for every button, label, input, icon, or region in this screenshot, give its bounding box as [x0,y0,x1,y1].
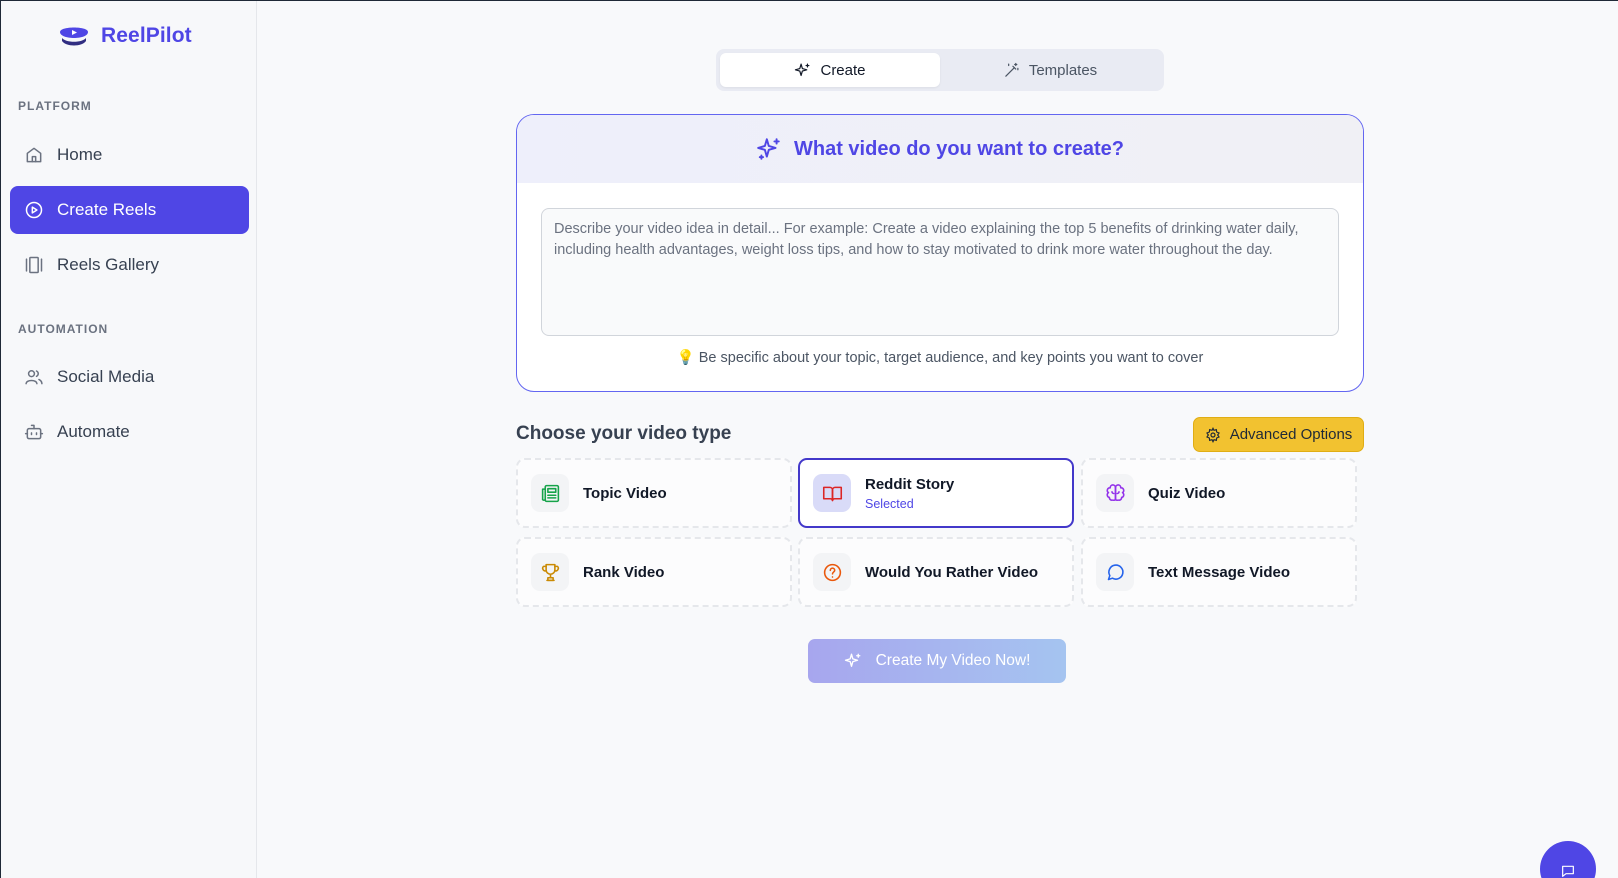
sparkles-icon [795,63,810,76]
type-text: Text Message Video [1148,564,1290,581]
sparkles-icon [757,138,780,160]
bot-icon [24,424,44,440]
book-open-icon [822,486,842,501]
video-type-heading: Choose your video type [516,423,732,444]
video-type-reddit-story[interactable]: Reddit Story Selected [798,458,1074,528]
newspaper-icon [541,484,559,502]
video-type-quiz[interactable]: Quiz Video [1081,458,1357,528]
sidebar-item-create-reels[interactable]: Create Reels [10,186,249,234]
sparkles-icon [844,653,861,667]
chat-bubble-icon [1107,563,1124,580]
type-text: Would You Rather Video [865,564,1038,581]
main-content: Create Templates What video do you want … [258,1,1618,878]
sidebar-item-home[interactable]: Home [10,131,249,179]
type-name: Reddit Story [865,475,955,493]
type-name: Would You Rather Video [865,563,1039,581]
sidebar: ReelPilot PLATFORM Home Create Reels Ree… [1,1,257,878]
prompt-hint: 💡 Be specific about your topic, target a… [676,350,1204,366]
advanced-options-button[interactable]: Advanced Options [1193,417,1364,452]
type-icon-wrap [813,553,851,591]
gallery-icon [25,256,43,274]
chat-support-button[interactable] [1540,841,1596,878]
users-icon [25,370,43,385]
type-name: Rank Video [583,563,665,581]
brand-name: ReelPilot [101,24,192,47]
pilot-cap-logo-icon [60,27,88,46]
prompt-header: What video do you want to create? [517,115,1363,183]
type-name: Topic Video [583,484,667,502]
tab-label: Create [820,61,866,79]
type-icon-wrap [531,553,569,591]
type-name: Text Message Video [1148,563,1291,581]
tab-label: Templates [1028,61,1098,79]
app-window: ReelPilot PLATFORM Home Create Reels Ree… [0,0,1618,878]
magic-wand-icon [1005,62,1019,77]
video-type-topic[interactable]: Topic Video [516,458,792,528]
tab-create[interactable]: Create [720,53,940,87]
selected-badge: Selected [865,496,914,511]
create-video-label: Create My Video Now! [875,652,1031,669]
sidebar-item-reels-gallery[interactable]: Reels Gallery [10,241,249,289]
brand[interactable]: ReelPilot [57,23,192,49]
prompt-card: What video do you want to create? 💡 Be s… [516,114,1364,392]
mode-tabs: Create Templates [716,49,1164,91]
video-type-rank[interactable]: Rank Video [516,537,792,607]
section-label-platform: PLATFORM [18,99,92,113]
sidebar-item-social-media[interactable]: Social Media [10,353,249,401]
question-circle-icon [823,563,841,581]
video-type-would-you-rather[interactable]: Would You Rather Video [798,537,1074,607]
video-type-text-message[interactable]: Text Message Video [1081,537,1357,607]
sidebar-item-automate[interactable]: Automate [10,408,249,456]
sidebar-item-label: Social Media [57,367,155,386]
sidebar-item-label: Home [57,145,103,164]
section-label-automation: AUTOMATION [18,322,109,336]
type-icon-wrap [1096,553,1134,591]
type-name: Quiz Video [1148,484,1226,502]
type-icon-wrap [1096,474,1134,512]
video-idea-input[interactable] [541,208,1339,336]
gear-icon [1205,426,1220,443]
type-text: Rank Video [583,564,664,581]
type-text: Quiz Video [1148,485,1225,502]
home-icon [26,147,42,163]
sidebar-item-label: Create Reels [57,200,157,219]
type-icon-wrap [813,474,851,512]
type-text: Reddit Story Selected [865,476,954,511]
chat-bubble-icon [1562,865,1574,877]
prompt-title: What video do you want to create? [793,137,1125,160]
trophy-icon [541,563,559,581]
brain-icon [1105,483,1125,501]
create-video-button[interactable]: Create My Video Now! [808,639,1066,683]
sidebar-item-label: Automate [57,422,130,441]
type-text: Topic Video [583,485,667,502]
play-circle-icon [25,201,43,219]
sidebar-item-label: Reels Gallery [57,255,160,274]
type-icon-wrap [531,474,569,512]
advanced-options-label: Advanced Options [1229,426,1353,443]
tab-templates[interactable]: Templates [940,53,1160,87]
